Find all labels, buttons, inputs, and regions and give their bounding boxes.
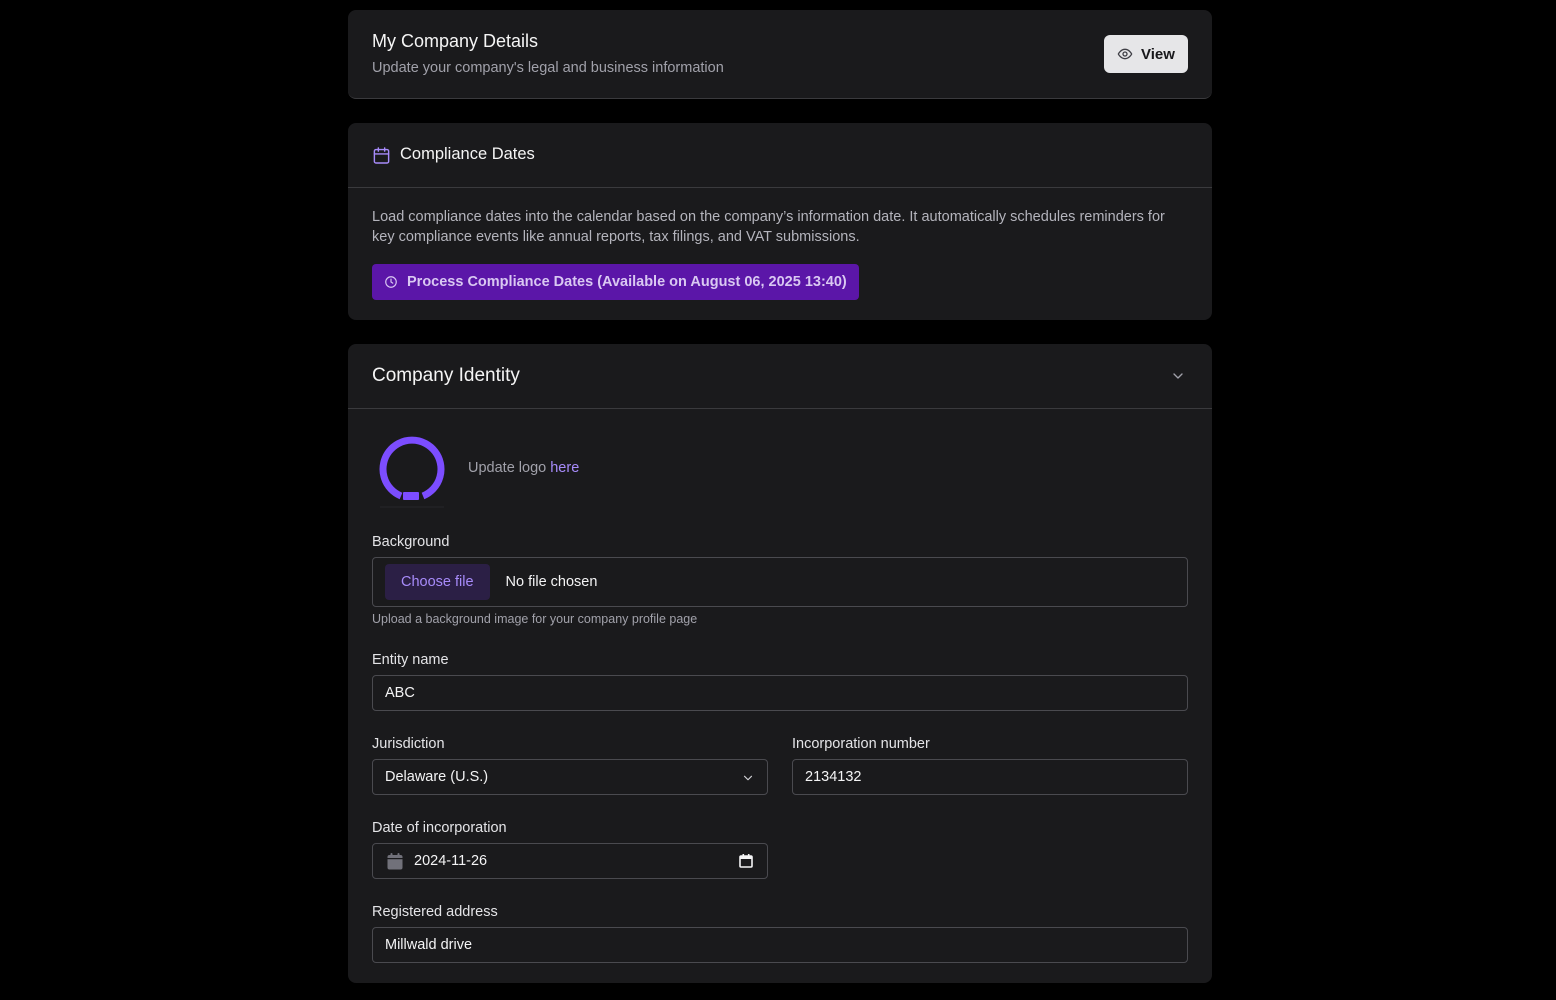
file-status: No file chosen [505, 574, 598, 590]
date-of-incorporation-value: 2024-11-26 [414, 853, 488, 869]
company-logo [379, 436, 445, 508]
entity-name-input[interactable]: ABC [372, 675, 1188, 711]
background-hint: Upload a background image for your compa… [372, 612, 698, 626]
company-identity-title: Company Identity [372, 365, 520, 386]
company-details-header: My Company Details Update your company's… [348, 10, 1212, 99]
update-logo-link[interactable]: here [550, 460, 579, 476]
calendar-icon [387, 853, 403, 870]
compliance-dates-description: Load compliance dates into the calendar … [372, 209, 1165, 245]
chevron-down-icon[interactable] [1170, 368, 1186, 384]
process-compliance-dates-label: Process Compliance Dates (Available on A… [407, 274, 847, 290]
background-label: Background [372, 534, 450, 550]
calendar-icon [373, 147, 390, 164]
page-title: My Company Details [372, 31, 539, 51]
company-identity-header[interactable]: Company Identity [348, 344, 1212, 409]
update-logo-label: Update logo [468, 460, 551, 476]
company-identity-card: Company Identity Update logo here Backgr… [348, 344, 1212, 983]
view-button-label: View [1141, 45, 1175, 63]
compliance-dates-title: Compliance Dates [400, 145, 535, 163]
compliance-dates-header: Compliance Dates [348, 123, 1212, 188]
page-subtitle: Update your company's legal and business… [372, 60, 724, 76]
incorporation-number-label: Incorporation number [792, 736, 930, 752]
view-button[interactable]: View [1104, 35, 1188, 73]
update-logo-text: Update logo here [468, 460, 579, 476]
jurisdiction-value: Delaware (U.S.) [385, 769, 489, 785]
registered-address-label: Registered address [372, 904, 498, 920]
incorporation-number-input[interactable]: 2134132 [792, 759, 1188, 795]
jurisdiction-label: Jurisdiction [372, 736, 445, 752]
compliance-dates-card: Compliance Dates Load compliance dates i… [348, 123, 1212, 320]
process-compliance-dates-button[interactable]: Process Compliance Dates (Available on A… [372, 264, 859, 300]
entity-name-label: Entity name [372, 652, 449, 668]
background-file-input[interactable]: Choose file No file chosen [372, 557, 1188, 607]
date-of-incorporation-input[interactable]: 2024-11-26 [372, 843, 768, 879]
chevron-down-icon [743, 775, 753, 781]
clock-icon [385, 276, 397, 288]
date-of-incorporation-label: Date of incorporation [372, 820, 507, 836]
eye-icon [1117, 48, 1133, 60]
calendar-picker-icon[interactable] [739, 854, 753, 868]
choose-file-button[interactable]: Choose file [385, 564, 490, 600]
jurisdiction-select[interactable]: Delaware (U.S.) [372, 759, 768, 795]
registered-address-input[interactable]: Millwald drive [372, 927, 1188, 963]
